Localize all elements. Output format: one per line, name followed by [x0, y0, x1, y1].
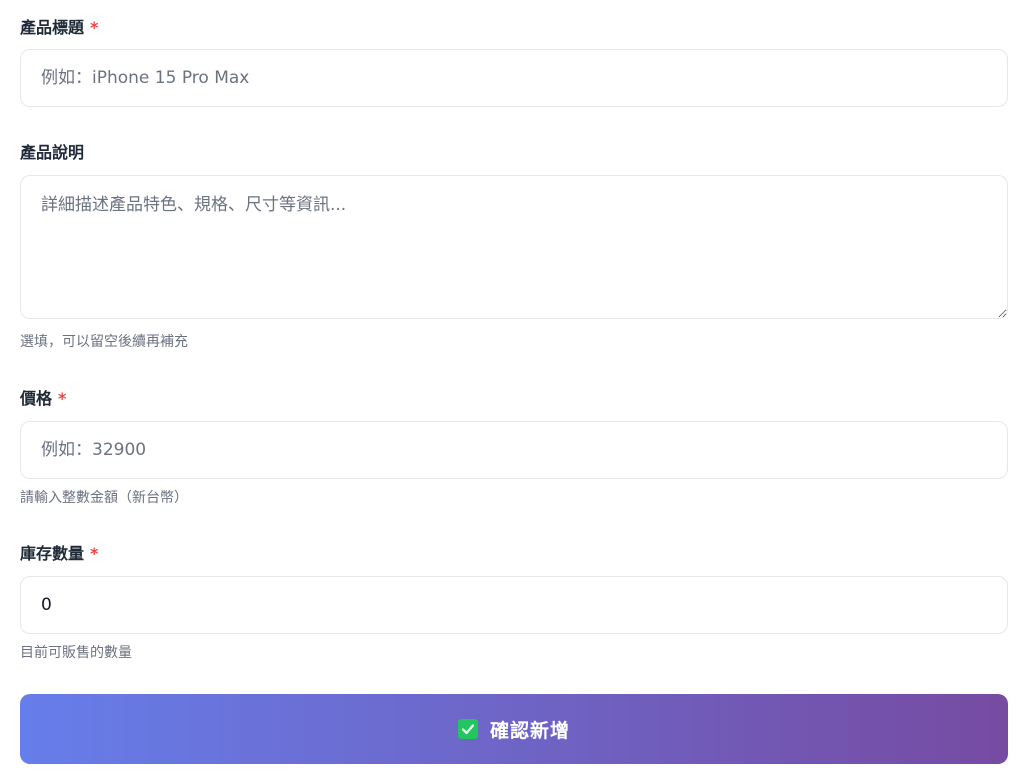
stock-quantity-input[interactable]	[20, 576, 1008, 634]
product-description-hint: 選填，可以留空後續再補充	[20, 334, 188, 350]
product-title-label: 產品標題 *	[20, 18, 98, 38]
required-mark: *	[58, 389, 67, 408]
confirm-add-button[interactable]: 確認新增	[20, 694, 1008, 764]
check-box-icon	[457, 719, 478, 739]
price-label: 價格 *	[20, 389, 66, 409]
price-label-text: 價格	[20, 389, 53, 408]
required-mark: *	[90, 544, 99, 563]
product-description-label: 產品說明	[20, 143, 84, 163]
add-product-form: 產品標題 * 產品說明 選填，可以留空後續再補充 價格 * 請輸入整數金額（新台幣）…	[0, 0, 1024, 783]
product-title-input[interactable]	[20, 49, 1008, 107]
stock-quantity-hint: 目前可販售的數量	[20, 645, 132, 661]
price-hint: 請輸入整數金額（新台幣）	[20, 490, 188, 506]
confirm-add-label: 確認新增	[489, 719, 570, 742]
price-input[interactable]	[20, 421, 1008, 479]
product-description-label-text: 產品說明	[20, 143, 85, 162]
stock-quantity-label-text: 庫存數量	[20, 544, 85, 563]
product-title-label-text: 產品標題	[20, 18, 85, 37]
product-description-textarea[interactable]	[20, 175, 1008, 319]
stock-quantity-label: 庫存數量 *	[20, 544, 98, 564]
required-mark: *	[90, 18, 99, 37]
